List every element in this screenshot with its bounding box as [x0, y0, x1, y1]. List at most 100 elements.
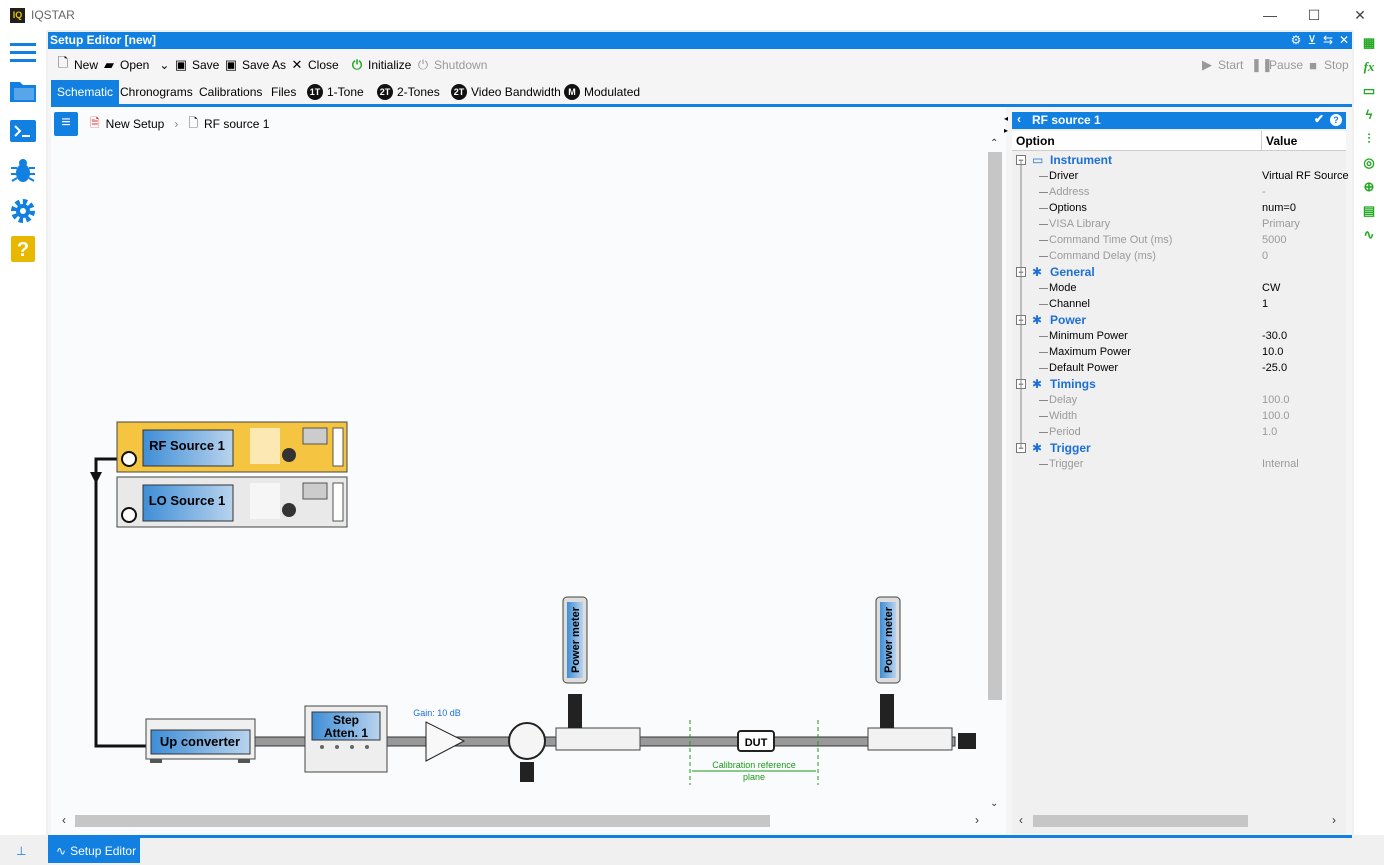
- property-value[interactable]: 100.0: [1262, 392, 1290, 408]
- stop-button[interactable]: ■ Stop: [1306, 55, 1349, 75]
- up-converter[interactable]: Up converter: [145, 718, 256, 763]
- property-value[interactable]: Internal: [1262, 456, 1299, 472]
- power-meter-2[interactable]: Power meter: [875, 596, 901, 684]
- save-button[interactable]: ▣ Save: [174, 55, 220, 75]
- drive-icon[interactable]: ▭: [1362, 84, 1376, 98]
- breadcrumb-current[interactable]: RF source 1: [204, 117, 269, 131]
- property-row[interactable]: Command Time Out (ms) 5000: [1012, 232, 1346, 248]
- maximize-button[interactable]: ☐: [1294, 4, 1334, 26]
- initialize-button[interactable]: ⏻ Initialize: [350, 55, 412, 75]
- vertical-scrollbar[interactable]: [988, 152, 1002, 700]
- property-row[interactable]: Trigger Internal: [1012, 456, 1346, 472]
- horizontal-scrollbar[interactable]: [75, 815, 770, 827]
- scroll-up-icon[interactable]: ⌃: [990, 138, 998, 149]
- bottom-tab-setup-editor[interactable]: ∿ Setup Editor: [48, 838, 140, 863]
- lo-source-1[interactable]: LO Source 1: [116, 476, 348, 528]
- terminal-icon[interactable]: [8, 116, 38, 146]
- property-row[interactable]: Period 1.0: [1012, 424, 1346, 440]
- property-row[interactable]: Delay 100.0: [1012, 392, 1346, 408]
- property-value[interactable]: 100.0: [1262, 408, 1290, 424]
- instrument-icon[interactable]: ▤: [1362, 204, 1376, 218]
- tab-chronograms[interactable]: Chronograms: [114, 80, 199, 104]
- swap-icon[interactable]: ⇆: [1320, 32, 1336, 49]
- property-row[interactable]: Maximum Power 10.0: [1012, 344, 1346, 360]
- property-value[interactable]: Virtual RF Source: [1262, 168, 1349, 184]
- scroll-down-icon[interactable]: ⌄: [990, 798, 998, 809]
- property-value[interactable]: 1: [1262, 296, 1268, 312]
- property-row[interactable]: Minimum Power -30.0: [1012, 328, 1346, 344]
- property-row[interactable]: Default Power -25.0: [1012, 360, 1346, 376]
- category-timings[interactable]: −✱Timings: [1012, 376, 1346, 392]
- property-value[interactable]: 1.0: [1262, 424, 1277, 440]
- back-chevron-icon[interactable]: ‹: [1017, 112, 1021, 126]
- coupler-1[interactable]: [555, 694, 641, 751]
- check-icon[interactable]: ✔: [1314, 112, 1324, 126]
- minimize-button[interactable]: —: [1250, 4, 1290, 26]
- amplifier[interactable]: Gain: 10 dB: [413, 708, 466, 762]
- sliders-icon[interactable]: ⫶: [1362, 132, 1376, 146]
- property-value[interactable]: -25.0: [1262, 360, 1287, 376]
- help-icon[interactable]: ?: [8, 234, 38, 264]
- shutdown-button[interactable]: ⏻ Shutdown: [416, 55, 488, 75]
- breadcrumb-root[interactable]: New Setup: [106, 117, 165, 131]
- new-button[interactable]: 🗋 New: [56, 55, 98, 75]
- power-meter-1[interactable]: Power meter: [562, 596, 588, 684]
- pause-button[interactable]: ❚❚ Pause: [1251, 55, 1303, 75]
- help-circle-icon[interactable]: ?: [1330, 114, 1342, 126]
- props-scroll-right-icon[interactable]: ›: [1332, 813, 1336, 827]
- category-power[interactable]: −✱Power: [1012, 312, 1346, 328]
- property-row[interactable]: Mode CW: [1012, 280, 1346, 296]
- close-icon[interactable]: ✕: [1336, 32, 1352, 49]
- function-icon[interactable]: fx: [1362, 60, 1376, 74]
- properties-horizontal-scrollbar[interactable]: [1033, 815, 1248, 827]
- splitter-left-icon[interactable]: ◂: [1004, 114, 1008, 123]
- start-button[interactable]: ▶ Start: [1200, 55, 1243, 75]
- step-attenuator-1[interactable]: Step Atten. 1: [304, 705, 388, 773]
- dut[interactable]: DUT: [737, 730, 775, 752]
- globe-icon[interactable]: ⊕: [1362, 180, 1376, 194]
- breadcrumb-menu-button[interactable]: ≡: [54, 112, 78, 136]
- props-scroll-left-icon[interactable]: ‹: [1019, 813, 1023, 827]
- settings-gear-icon[interactable]: [8, 196, 38, 226]
- property-row[interactable]: Width 100.0: [1012, 408, 1346, 424]
- open-button[interactable]: ▰ Open ⌄: [102, 55, 169, 75]
- scroll-left-icon[interactable]: ‹: [62, 813, 66, 827]
- rf-source-1[interactable]: RF Source 1: [116, 421, 348, 473]
- bug-icon[interactable]: [8, 156, 38, 186]
- menu-icon[interactable]: [8, 38, 38, 68]
- calculator-icon[interactable]: ▦: [1362, 36, 1376, 50]
- tab-modulated[interactable]: M Modulated: [558, 80, 646, 104]
- tab-calibrations[interactable]: Calibrations: [193, 80, 268, 104]
- splitter-right-icon[interactable]: ▸: [1004, 126, 1008, 135]
- tab-files[interactable]: Files: [265, 80, 302, 104]
- property-row[interactable]: Command Delay (ms) 0: [1012, 248, 1346, 264]
- property-value[interactable]: 10.0: [1262, 344, 1283, 360]
- category-general[interactable]: −✱General: [1012, 264, 1346, 280]
- tab-video-bandwidth[interactable]: 2T Video Bandwidth: [445, 80, 567, 104]
- category-trigger[interactable]: −✱Trigger: [1012, 440, 1346, 456]
- tab-1-tone[interactable]: 1T 1-Tone: [301, 80, 370, 104]
- property-value[interactable]: CW: [1262, 280, 1280, 296]
- close-button[interactable]: ✕ Close: [290, 55, 339, 75]
- property-row[interactable]: Driver Virtual RF Source: [1012, 168, 1349, 184]
- property-row[interactable]: Options num=0: [1012, 200, 1346, 216]
- isolator[interactable]: [508, 722, 546, 782]
- property-row[interactable]: Channel 1: [1012, 296, 1346, 312]
- coupler-2[interactable]: [867, 694, 976, 751]
- pin-bottom-icon[interactable]: ⊥: [16, 844, 26, 858]
- property-value[interactable]: num=0: [1262, 200, 1296, 216]
- tab-schematic[interactable]: Schematic: [51, 80, 120, 104]
- property-value[interactable]: 0: [1262, 248, 1268, 264]
- property-value[interactable]: 5000: [1262, 232, 1286, 248]
- property-value[interactable]: -: [1262, 184, 1266, 200]
- folder-icon[interactable]: [8, 76, 38, 106]
- save-as-button[interactable]: ▣ Save As: [224, 55, 286, 75]
- category-instrument[interactable]: −▭Instrument: [1012, 152, 1346, 168]
- gear-icon[interactable]: ⚙: [1288, 32, 1304, 49]
- pin-icon[interactable]: ⊻: [1304, 32, 1320, 49]
- property-row[interactable]: VISA Library Primary: [1012, 216, 1346, 232]
- tab-2-tones[interactable]: 2T 2-Tones: [371, 80, 446, 104]
- property-value[interactable]: Primary: [1262, 216, 1300, 232]
- waveform-icon[interactable]: ∿: [1362, 228, 1376, 242]
- scroll-right-icon[interactable]: ›: [975, 813, 979, 827]
